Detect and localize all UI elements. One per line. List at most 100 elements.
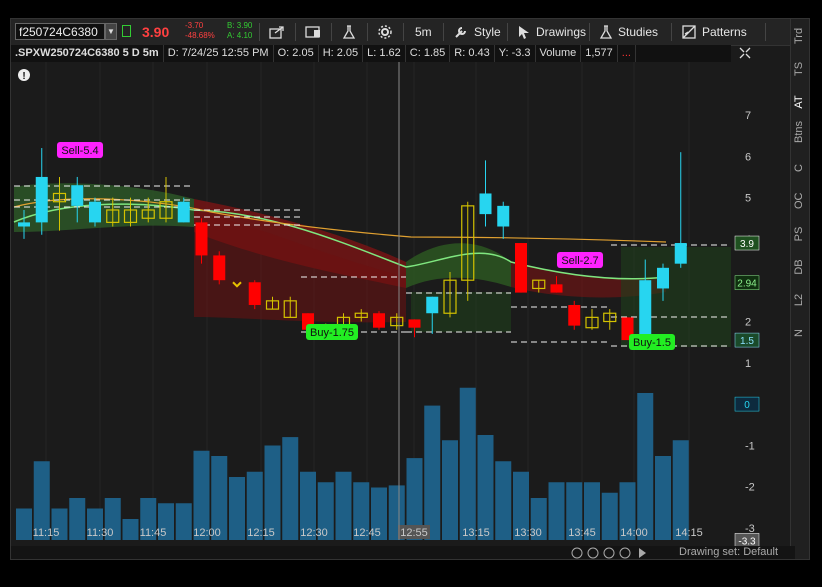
info-low: L: 1.62	[363, 45, 406, 62]
patterns-button[interactable]: Patterns	[677, 21, 751, 43]
info-date: D: 7/24/25 12:55 PM	[164, 45, 274, 62]
info-y: Y: -3.3	[495, 45, 536, 62]
candle-body	[213, 255, 226, 281]
wrench-icon	[455, 27, 466, 38]
candle-body	[89, 201, 101, 223]
candle-body	[426, 296, 439, 314]
volume-bar	[175, 503, 192, 540]
time-tick-label: 12:30	[300, 527, 328, 539]
change-value: -3.70	[185, 21, 204, 30]
volume-bar	[495, 461, 512, 540]
style-button[interactable]: Style	[449, 21, 505, 43]
time-tick-label: 11:15	[33, 527, 60, 539]
candle-body	[195, 222, 208, 256]
settings-button[interactable]	[373, 21, 397, 43]
drawings-button[interactable]: Drawings	[513, 21, 590, 43]
ask-value: A: 4.10	[227, 31, 253, 40]
side-tab-l2[interactable]: L2	[793, 292, 807, 308]
time-tick-label: 14:00	[620, 527, 648, 539]
side-tab-trd[interactable]: Trd	[793, 28, 807, 44]
side-tab-db[interactable]: DB	[793, 259, 807, 275]
price-tag-cursor: -3.3	[738, 536, 756, 546]
studies-label: Studies	[618, 25, 659, 39]
info-more[interactable]: ...	[618, 45, 636, 62]
time-tick-label: 11:30	[87, 527, 114, 539]
time-tick-label: 14:15	[675, 527, 703, 539]
link-icon[interactable]	[122, 25, 131, 37]
drawing-set-label[interactable]: Drawing set: Default	[679, 546, 778, 558]
candle-body	[71, 185, 84, 206]
toolbar-separator	[765, 23, 766, 41]
price-tag-level: 1.5	[740, 336, 754, 347]
price-tick-label: 1	[745, 358, 751, 370]
price-tag-ma: 2.94	[737, 279, 757, 290]
candle-body	[550, 284, 563, 293]
gear-icon	[378, 25, 392, 39]
volume-bar	[672, 440, 689, 540]
toolbar-separator	[443, 23, 444, 41]
price-tag-last: 3.9	[740, 239, 754, 250]
volume-bar	[477, 435, 494, 540]
collapse-icon[interactable]	[738, 46, 752, 60]
volume-bar	[424, 405, 441, 540]
chart-window-icon	[305, 26, 320, 38]
side-tab-c[interactable]: C	[793, 160, 807, 176]
price-tick-label: -2	[745, 482, 755, 494]
signal-label: Sell-5.4	[61, 145, 98, 157]
volume-bar	[229, 477, 245, 540]
style-label: Style	[474, 25, 501, 39]
side-tab-n[interactable]: N	[793, 325, 807, 341]
side-tab-btns[interactable]: Btns	[793, 121, 807, 143]
share-button[interactable]	[265, 21, 289, 43]
candle-body	[177, 201, 190, 223]
bid-ask-block: B: 3.90 A: 4.10	[227, 21, 252, 41]
last-price: 3.90	[142, 24, 170, 40]
toolbar-separator	[671, 23, 672, 41]
flexible-grid-button[interactable]	[301, 21, 327, 43]
price-tick-label: 7	[745, 110, 751, 122]
symbol-dropdown-icon[interactable]: ▼	[105, 23, 117, 40]
price-tick-label: -1	[745, 440, 755, 452]
toolbar-separator	[507, 23, 508, 41]
studies-button[interactable]: Studies	[595, 21, 662, 43]
symbol-input[interactable]: f250724C6380	[15, 23, 105, 40]
price-chart[interactable]: Sell-5.4Buy-1.75Sell-2.7Buy-1.5 76543210…	[11, 62, 777, 546]
time-tick-label: 13:30	[514, 527, 542, 539]
time-tick-label: 12:45	[353, 527, 381, 539]
lab-button[interactable]	[337, 21, 361, 43]
price-tick-label: 2	[745, 317, 751, 329]
side-tab-ps[interactable]: PS	[793, 226, 807, 242]
volume-bar	[122, 519, 139, 540]
candle-body	[497, 205, 510, 227]
drawings-label: Drawings	[536, 25, 587, 39]
bottom-strip: Drawing set: Default	[11, 546, 795, 559]
candle-body	[373, 313, 385, 328]
zoom-controls[interactable]	[571, 547, 651, 559]
volume-bar	[264, 445, 281, 540]
chart-window: f250724C6380 ▼ 3.90 -3.70 -48.68% B: 3.9…	[10, 18, 810, 560]
price-tick-label: 6	[745, 151, 751, 163]
patterns-label: Patterns	[702, 25, 747, 39]
candle-body	[408, 319, 421, 328]
info-range: R: 0.43	[450, 45, 495, 62]
toolbar-separator	[589, 23, 590, 41]
info-symbol: .SPXW250724C6380 5 D 5m	[11, 45, 164, 62]
side-tab-oc[interactable]: OC	[793, 193, 807, 210]
flask-icon	[599, 25, 613, 39]
cursor-icon	[519, 26, 529, 39]
volume-bar	[655, 456, 671, 540]
info-high: H: 2.05	[319, 45, 364, 62]
signal-label: Sell-2.7	[561, 255, 598, 267]
side-tab-ts[interactable]: TS	[793, 61, 807, 77]
candle-body	[479, 193, 492, 215]
patterns-icon	[682, 25, 696, 39]
side-tab-at[interactable]: AT	[793, 94, 807, 110]
info-volume-label: Volume	[536, 45, 582, 62]
time-tick-label: 13:15	[462, 527, 490, 539]
toolbar-separator	[403, 23, 404, 41]
bid-value: B: 3.90	[227, 21, 253, 30]
toolbar-separator	[367, 23, 368, 41]
candle-body	[674, 243, 687, 264]
timeframe-button[interactable]: 5m	[411, 21, 436, 43]
candle-body	[35, 176, 48, 223]
